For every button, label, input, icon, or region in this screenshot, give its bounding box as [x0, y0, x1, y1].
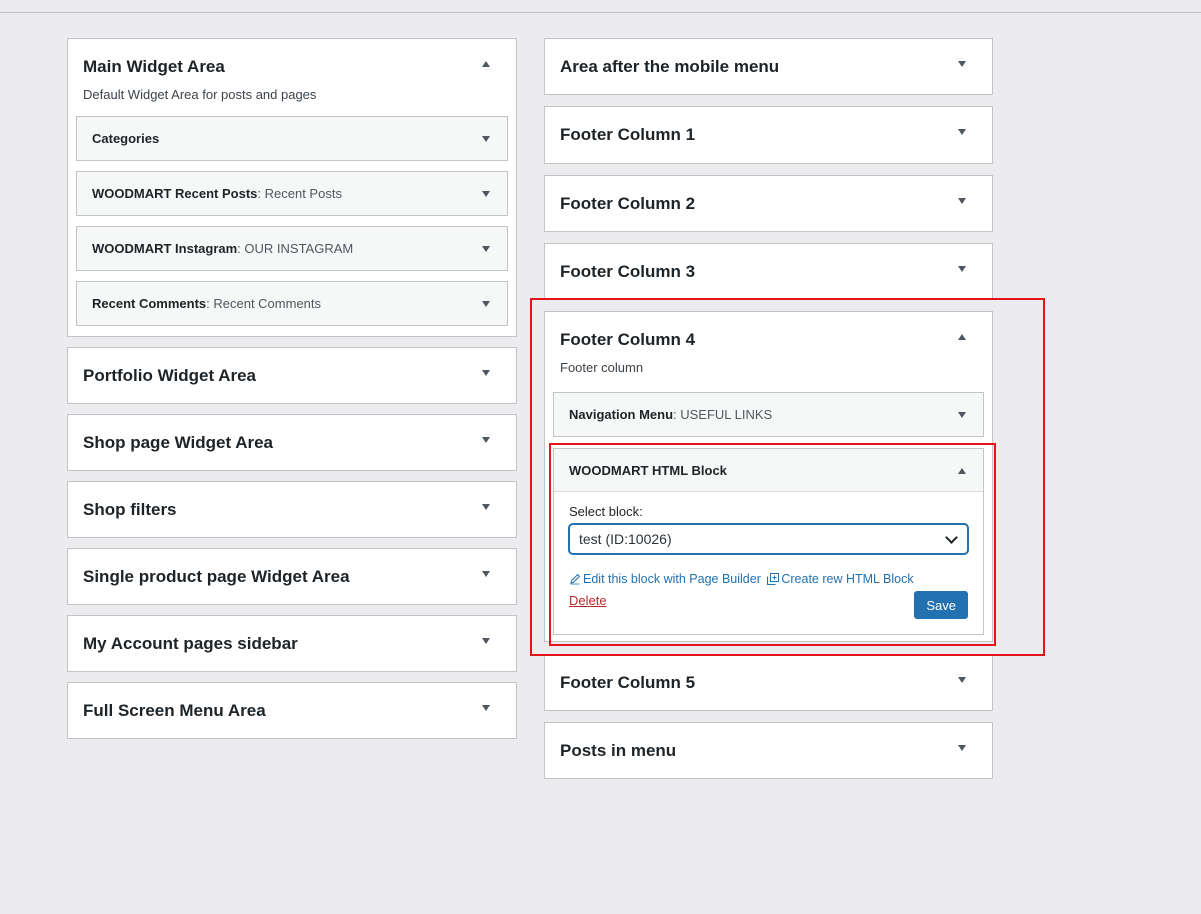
sidebar-header[interactable]: Shop page Widget Area [68, 415, 516, 470]
sidebar-title: My Account pages sidebar [83, 634, 298, 653]
sidebar-footer-column-3[interactable]: Footer Column 3 [544, 243, 993, 300]
widget-name: WOODMART Instagram [92, 241, 238, 256]
widget-list: Categories WOODMART Recent Posts: Recent… [68, 116, 516, 336]
sidebar-title: Footer Column 2 [560, 194, 696, 213]
expand-arrow-icon[interactable] [482, 370, 490, 376]
sidebar-portfolio-widget-area[interactable]: Portfolio Widget Area [67, 347, 517, 404]
expand-arrow-icon[interactable] [958, 677, 966, 683]
sidebar-header[interactable]: Full Screen Menu Area [68, 683, 516, 738]
sidebar-header[interactable]: My Account pages sidebar [68, 616, 516, 671]
sidebar-header[interactable]: Posts in menu [545, 723, 992, 778]
sidebar-header[interactable]: Footer Column 1 [545, 107, 992, 163]
expand-arrow-icon[interactable] [482, 246, 490, 252]
widget-name: WOODMART Recent Posts [92, 186, 258, 201]
widget-name: Categories [92, 131, 160, 146]
expand-arrow-icon[interactable] [958, 745, 966, 751]
sidebar-header[interactable]: Main Widget Area [68, 39, 516, 94]
expand-arrow-icon[interactable] [958, 266, 966, 272]
sidebar-footer-column-5[interactable]: Footer Column 5 [544, 654, 993, 711]
widget-instagram[interactable]: WOODMART Instagram: OUR INSTAGRAM [76, 226, 508, 271]
sidebar-posts-in-menu[interactable]: Posts in menu [544, 722, 993, 779]
sidebar-header[interactable]: Footer Column 3 [545, 244, 992, 299]
sidebar-title: Footer Column 5 [560, 673, 696, 692]
sidebar-header[interactable]: Portfolio Widget Area [68, 348, 516, 403]
expand-arrow-icon[interactable] [482, 191, 490, 197]
sidebar-shop-filters[interactable]: Shop filters [67, 481, 517, 538]
expand-arrow-icon[interactable] [482, 638, 490, 644]
widget-title: Categories [92, 131, 159, 147]
sidebar-title: Shop filters [83, 500, 177, 519]
widget-title: Recent Comments: Recent Comments [92, 296, 321, 312]
widget-recent-posts[interactable]: WOODMART Recent Posts: Recent Posts [76, 171, 508, 216]
sidebar-main-widget-area: Main Widget Area Default Widget Area for… [67, 38, 517, 337]
expand-arrow-icon[interactable] [958, 129, 966, 135]
sidebar-header[interactable]: Shop filters [68, 482, 516, 537]
expand-arrow-icon[interactable] [482, 705, 490, 711]
expand-arrow-icon[interactable] [482, 301, 490, 307]
sidebar-title: Full Screen Menu Area [83, 701, 266, 720]
sidebar-title: Posts in menu [560, 741, 677, 760]
widget-categories[interactable]: Categories [76, 116, 508, 161]
sidebar-header[interactable]: Footer Column 2 [545, 176, 992, 231]
sidebar-title: Footer Column 1 [560, 125, 696, 144]
sidebar-single-product-widget-area[interactable]: Single product page Widget Area [67, 548, 517, 605]
sidebar-area-after-mobile-menu[interactable]: Area after the mobile menu [544, 38, 993, 95]
widget-header[interactable]: Recent Comments: Recent Comments [77, 282, 507, 325]
widget-title: WOODMART Instagram: OUR INSTAGRAM [92, 241, 353, 257]
top-divider [0, 12, 1201, 13]
expand-arrow-icon[interactable] [958, 61, 966, 67]
expand-arrow-icon[interactable] [958, 198, 966, 204]
sidebar-title: Shop page Widget Area [83, 433, 274, 452]
widget-header[interactable]: WOODMART Recent Posts: Recent Posts [77, 172, 507, 215]
widget-in-title: : Recent Posts [257, 186, 342, 201]
expand-arrow-icon[interactable] [482, 136, 490, 142]
highlight-box-html-block [549, 443, 996, 646]
sidebar-header[interactable]: Single product page Widget Area [68, 549, 516, 604]
expand-arrow-icon[interactable] [482, 437, 490, 443]
sidebar-title: Area after the mobile menu [560, 57, 780, 76]
collapse-arrow-icon[interactable] [482, 61, 490, 67]
sidebar-title: Single product page Widget Area [83, 567, 350, 586]
sidebar-my-account-pages[interactable]: My Account pages sidebar [67, 615, 517, 672]
widget-name: Recent Comments [92, 296, 207, 311]
sidebar-footer-column-1[interactable]: Footer Column 1 [544, 106, 993, 164]
sidebar-footer-column-2[interactable]: Footer Column 2 [544, 175, 993, 232]
widget-header[interactable]: Categories [77, 117, 507, 160]
sidebar-header[interactable]: Footer Column 5 [545, 655, 992, 710]
widget-in-title: : OUR INSTAGRAM [237, 241, 354, 256]
sidebar-full-screen-menu-area[interactable]: Full Screen Menu Area [67, 682, 517, 739]
sidebar-header[interactable]: Area after the mobile menu [545, 39, 992, 94]
expand-arrow-icon[interactable] [482, 504, 490, 510]
left-sidebar-column: Main Widget Area Default Widget Area for… [67, 38, 517, 749]
widget-recent-comments[interactable]: Recent Comments: Recent Comments [76, 281, 508, 326]
sidebar-title: Portfolio Widget Area [83, 366, 256, 385]
expand-arrow-icon[interactable] [482, 571, 490, 577]
sidebar-title: Footer Column 3 [560, 262, 696, 281]
sidebar-title: Main Widget Area [83, 57, 225, 76]
sidebar-shop-page-widget-area[interactable]: Shop page Widget Area [67, 414, 517, 471]
widget-header[interactable]: WOODMART Instagram: OUR INSTAGRAM [77, 227, 507, 270]
widget-in-title: : Recent Comments [206, 296, 322, 311]
widget-title: WOODMART Recent Posts: Recent Posts [92, 186, 342, 202]
